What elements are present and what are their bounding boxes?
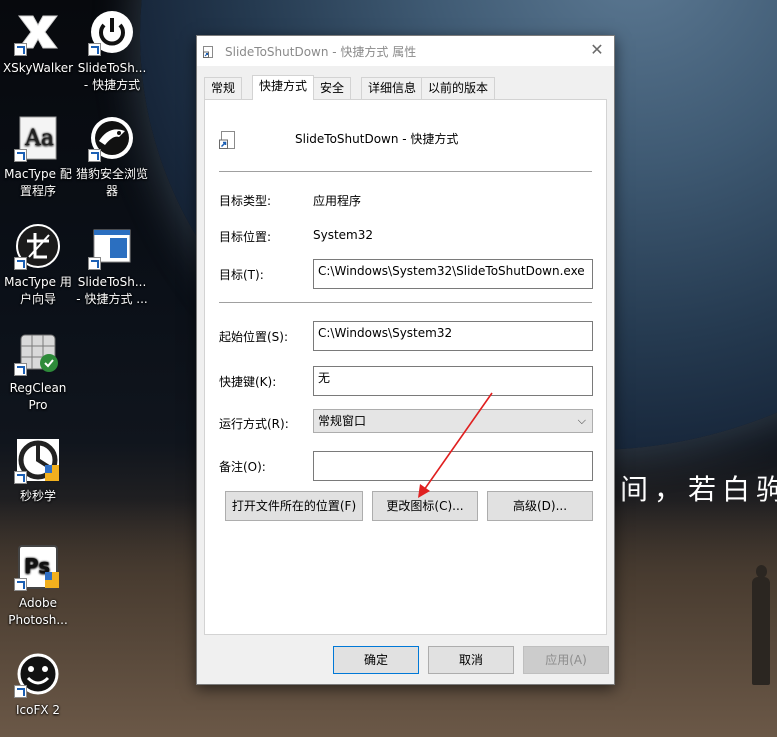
desktop-icon-miaomiaoxue[interactable]: 秒秒学 xyxy=(0,436,76,505)
run-select[interactable]: 常规窗口 ⌵ xyxy=(313,409,593,433)
tab-security[interactable]: 安全 xyxy=(313,77,352,99)
properties-dialog: SlideToShutDown - 快捷方式 属性 ✕ 常规 快捷方式 安全 详… xyxy=(196,35,615,685)
shortcut-file-icon xyxy=(203,46,215,58)
shortcut-arrow-icon xyxy=(14,43,27,56)
desktop-icon-photoshop[interactable]: Ps Adobe Photosh... xyxy=(0,543,76,629)
desktop-icon-regclean[interactable]: RegClean Pro xyxy=(0,328,76,414)
open-file-location-button[interactable]: 打开文件所在的位置(F) xyxy=(225,491,363,521)
start-in-field[interactable]: C:\Windows\System32 xyxy=(313,321,593,351)
shortcut-panel: SlideToShutDown - 快捷方式 目标类型: 应用程序 目标位置: … xyxy=(204,99,607,635)
divider xyxy=(219,302,592,303)
divider xyxy=(219,171,592,172)
shortcut-name: SlideToShutDown - 快捷方式 xyxy=(295,132,459,146)
target-type-value: 应用程序 xyxy=(313,194,362,208)
desktop-icon-label: MacType 用户向导 xyxy=(4,275,72,306)
shortcut-file-icon xyxy=(219,131,237,149)
apply-button[interactable]: 应用(A) xyxy=(523,646,609,674)
shortcut-arrow-icon xyxy=(14,685,27,698)
dialog-title: SlideToShutDown - 快捷方式 属性 xyxy=(225,45,417,59)
desktop-icon-xskywalker[interactable]: XSkyWalker xyxy=(0,8,76,77)
start-in-label: 起始位置(S): xyxy=(219,330,289,344)
comment-field[interactable] xyxy=(313,451,593,481)
shortcut-arrow-icon xyxy=(14,578,27,591)
desktop-icon-label: Adobe Photosh... xyxy=(8,596,68,627)
shortcut-arrow-icon xyxy=(14,471,27,484)
shortcut-arrow-icon xyxy=(14,257,27,270)
shortcut-arrow-icon xyxy=(88,43,101,56)
desktop-icon-label: SlideToSh... - 快捷方式 xyxy=(77,61,147,92)
person-silhouette xyxy=(748,565,774,685)
desktop-icon-label: IcoFX 2 xyxy=(15,703,61,717)
run-select-value: 常规窗口 xyxy=(318,414,367,428)
close-icon[interactable]: ✕ xyxy=(586,40,608,62)
desktop-icon-mactype-config[interactable]: Aa MacType 配置程序 xyxy=(0,114,76,200)
desktop-icon-label: 猎豹安全浏览器 xyxy=(75,167,148,198)
target-label: 目标(T): xyxy=(219,268,264,282)
svg-text:Aa: Aa xyxy=(24,126,54,151)
desktop-icon-slidetoshutdown-2[interactable]: SlideToSh... - 快捷方式 ... xyxy=(74,222,150,308)
target-location-value: System32 xyxy=(313,228,374,242)
chevron-down-icon: ⌵ xyxy=(577,414,586,427)
target-field[interactable]: C:\Windows\System32\SlideToShutDown.exe xyxy=(313,259,593,289)
advanced-button[interactable]: 高级(D)... xyxy=(487,491,593,521)
desktop-icon-slidetoshutdown[interactable]: SlideToSh... - 快捷方式 xyxy=(74,8,150,94)
ok-button[interactable]: 确定 xyxy=(333,646,419,674)
target-location-label: 目标位置: xyxy=(219,230,272,244)
run-label: 运行方式(R): xyxy=(219,417,289,431)
desktop-icon-label: 秒秒学 xyxy=(19,489,56,503)
hotkey-field[interactable]: 无 xyxy=(313,366,593,396)
desktop-icon-mactype-wizard[interactable]: MacType 用户向导 xyxy=(0,222,76,308)
target-type-label: 目标类型: xyxy=(219,194,272,208)
shortcut-arrow-icon xyxy=(14,149,27,162)
desktop-icon-label: RegClean Pro xyxy=(9,381,67,412)
tab-general[interactable]: 常规 xyxy=(204,77,243,99)
hotkey-label: 快捷键(K): xyxy=(219,375,277,389)
cancel-button[interactable]: 取消 xyxy=(428,646,514,674)
shortcut-arrow-icon xyxy=(88,257,101,270)
desktop-icon-label: MacType 配置程序 xyxy=(4,167,72,198)
desktop-icon-icofx[interactable]: IcoFX 2 xyxy=(0,650,76,719)
desktop-icon-label: SlideToSh... - 快捷方式 ... xyxy=(76,275,148,306)
dialog-titlebar[interactable]: SlideToShutDown - 快捷方式 属性 ✕ xyxy=(197,36,614,66)
tab-shortcut[interactable]: 快捷方式 xyxy=(252,75,315,100)
tab-details[interactable]: 详细信息 xyxy=(361,77,424,99)
desktop-icon-label: XSkyWalker xyxy=(2,61,74,75)
desktop-icon-cheetah-browser[interactable]: 猎豹安全浏览器 xyxy=(74,114,150,200)
wallpaper-text: 间，若白驹 xyxy=(620,473,777,506)
shortcut-arrow-icon xyxy=(14,363,27,376)
comment-label: 备注(O): xyxy=(219,460,266,474)
tab-previous-versions[interactable]: 以前的版本 xyxy=(421,77,496,99)
shortcut-arrow-icon xyxy=(88,149,101,162)
change-icon-button[interactable]: 更改图标(C)... xyxy=(372,491,478,521)
